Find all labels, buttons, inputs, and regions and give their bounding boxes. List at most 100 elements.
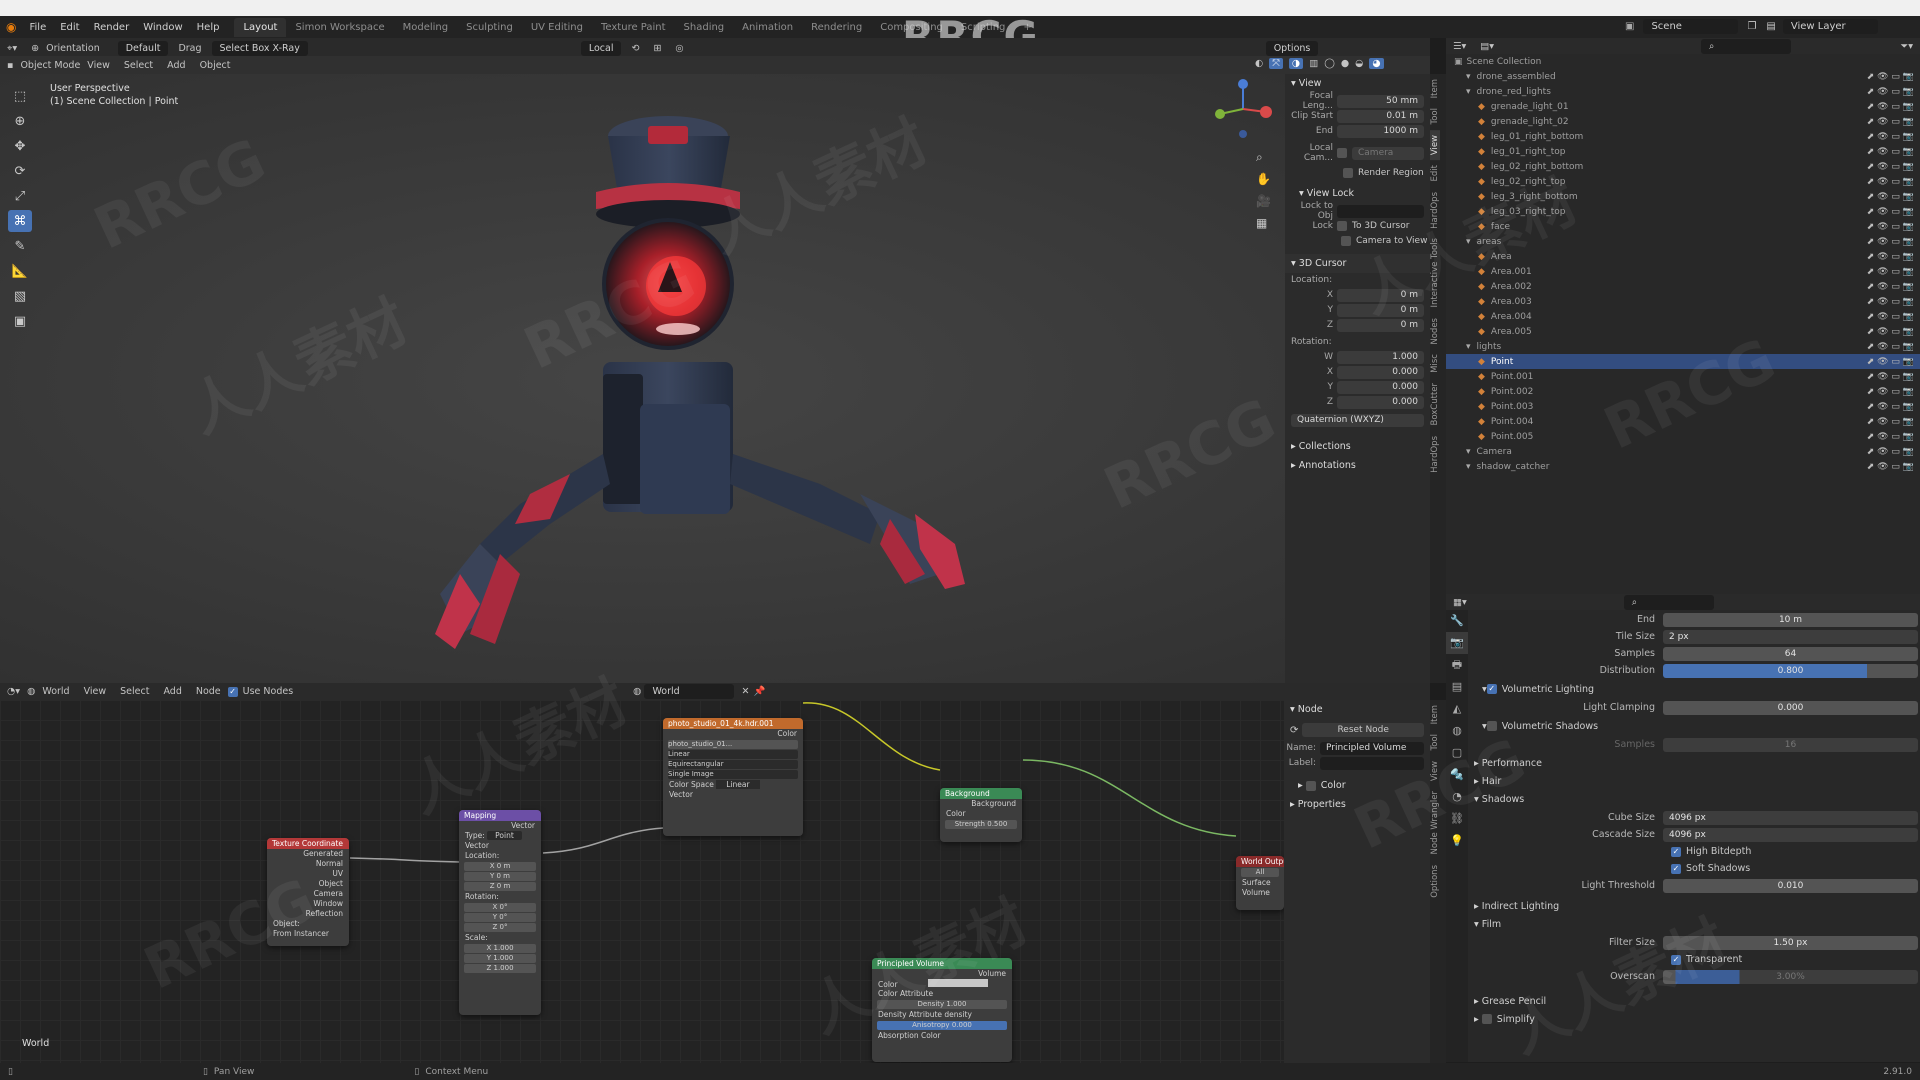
environment-texture-node[interactable]: photo_studio_01_4k.hdr.001 Color photo_s…	[663, 718, 803, 836]
tab-uv-editing[interactable]: UV Editing	[522, 22, 592, 33]
menu-help[interactable]: Help	[190, 22, 227, 33]
solid-shading-icon[interactable]: ●	[1341, 58, 1349, 69]
visibility-toggles[interactable]: ⬈ 👁 ▭ 📷	[1867, 162, 1914, 172]
ne-menu-select[interactable]: Select	[113, 686, 156, 697]
clip-start-field[interactable]: 0.01 m	[1337, 109, 1424, 123]
vol-shadows-checkbox[interactable]	[1486, 721, 1497, 731]
visibility-toggles[interactable]: ⬈ 👁 ▭ 📷	[1867, 192, 1914, 202]
output-tab-icon[interactable]: 🖶	[1446, 654, 1468, 676]
visibility-toggles[interactable]: ⬈ 👁 ▭ 📷	[1867, 222, 1914, 232]
principled-volume-node[interactable]: Principled Volume Volume Color Color Att…	[872, 958, 1012, 1062]
vp-menu-object[interactable]: Object	[193, 60, 238, 71]
outliner-row[interactable]: ◆ leg_3_right_bottom ⬈ 👁 ▭ 📷	[1446, 189, 1920, 204]
outliner-row[interactable]: ▾ drone_assembled ⬈ 👁 ▭ 📷	[1446, 69, 1920, 84]
rot-w-field[interactable]: 1.000	[1337, 350, 1424, 364]
proportional-icon[interactable]: ◎	[668, 43, 690, 54]
cascade-size-dropdown[interactable]: 4096 px	[1663, 827, 1918, 842]
scene-name[interactable]: Scene	[1643, 19, 1739, 34]
expand-arrow-icon[interactable]: ▾	[1466, 342, 1471, 352]
rot-z-field[interactable]: 0.000	[1337, 395, 1424, 409]
ne-menu-view[interactable]: View	[77, 686, 114, 697]
lock-cursor-checkbox[interactable]	[1337, 221, 1347, 231]
rotate-tool-icon[interactable]: ⟳	[8, 160, 32, 182]
outliner-row[interactable]: ◆ Area.003 ⬈ 👁 ▭ 📷	[1446, 294, 1920, 309]
physics-tab-icon[interactable]: ◔	[1446, 786, 1468, 808]
object-icon[interactable]: ◆	[1478, 207, 1485, 217]
navigation-gizmo[interactable]	[1208, 74, 1278, 144]
outliner-row[interactable]: ◆ grenade_light_01 ⬈ 👁 ▭ 📷	[1446, 99, 1920, 114]
background-node[interactable]: Background Background Color Strength 0.5…	[940, 788, 1022, 842]
outliner-row[interactable]: ◆ Point.001 ⬈ 👁 ▭ 📷	[1446, 369, 1920, 384]
rendered-shading-icon[interactable]: ◕	[1369, 58, 1384, 69]
pan-hand-icon[interactable]: ✋	[1256, 168, 1271, 190]
density-field[interactable]: Density 1.000	[877, 1000, 1007, 1009]
outliner-row[interactable]: ◆ Area.004 ⬈ 👁 ▭ 📷	[1446, 309, 1920, 324]
lock-object-field[interactable]	[1337, 204, 1424, 218]
outliner-row[interactable]: ▾ shadow_catcher ⬈ 👁 ▭ 📷	[1446, 459, 1920, 474]
overlays-icon[interactable]: ◑	[1288, 58, 1304, 69]
shader-type-dropdown[interactable]: World	[35, 686, 76, 697]
visibility-toggles[interactable]: ⬈ 👁 ▭ 📷	[1867, 237, 1914, 247]
filter-size-field[interactable]: 1.50 px	[1663, 935, 1918, 950]
transform-orientation-dropdown[interactable]: Local	[580, 40, 622, 56]
map-loc-z-field[interactable]: Z 0 m	[464, 882, 536, 891]
visibility-toggles[interactable]: ⬈ 👁 ▭ 📷	[1867, 462, 1914, 472]
zoom-icon[interactable]: ⌕	[1256, 146, 1271, 168]
map-rot-z-field[interactable]: Z 0°	[464, 923, 536, 932]
outliner-row[interactable]: ◆ Point.002 ⬈ 👁 ▭ 📷	[1446, 384, 1920, 399]
outliner-row[interactable]: ◆ face ⬈ 👁 ▭ 📷	[1446, 219, 1920, 234]
object-icon[interactable]: ◆	[1478, 282, 1485, 292]
hair-section[interactable]: ▸ Hair	[1468, 772, 1920, 790]
node-name-field[interactable]: Principled Volume	[1320, 741, 1424, 755]
map-loc-y-field[interactable]: Y 0 m	[464, 872, 536, 881]
tile-size-dropdown[interactable]: 2 px	[1663, 629, 1918, 644]
use-nodes-checkbox[interactable]: ✓	[227, 686, 238, 697]
options-dropdown[interactable]: Options	[1265, 40, 1319, 56]
node-label-field[interactable]	[1320, 756, 1424, 770]
scene-collection-row[interactable]: ▣ Scene Collection	[1446, 54, 1920, 69]
world-datablock-field[interactable]: World	[644, 684, 735, 699]
visibility-toggles[interactable]: ⬈ 👁 ▭ 📷	[1867, 132, 1914, 142]
menu-edit[interactable]: Edit	[53, 22, 86, 33]
visibility-toggles[interactable]: ⬈ 👁 ▭ 📷	[1867, 327, 1914, 337]
filter-icon[interactable]: ⏷▾	[1894, 41, 1920, 52]
vtab-edit[interactable]: Edit	[1430, 160, 1440, 186]
wireframe-shading-icon[interactable]: ◯	[1324, 58, 1335, 69]
anisotropy-field[interactable]: Anisotropy 0.000	[877, 1021, 1007, 1030]
outliner-row[interactable]: ◆ Point.005 ⬈ 👁 ▭ 📷	[1446, 429, 1920, 444]
object-icon[interactable]: ◆	[1478, 402, 1485, 412]
visibility-toggles[interactable]: ⬈ 👁 ▭ 📷	[1867, 372, 1914, 382]
visibility-icon[interactable]: ◐	[1255, 58, 1263, 69]
overscan-field[interactable]: 3.00%	[1663, 969, 1918, 984]
drag-dropdown[interactable]: Select Box X-Ray	[211, 40, 308, 56]
ne-vtab-view[interactable]: View	[1430, 756, 1440, 786]
boxcutter-tool-icon[interactable]: ▣	[8, 310, 32, 332]
ne-menu-node[interactable]: Node	[189, 686, 228, 697]
ne-vtab-options[interactable]: Options	[1430, 860, 1440, 903]
object-tab-icon[interactable]: ▢	[1446, 742, 1468, 764]
tab-texture-paint[interactable]: Texture Paint	[592, 22, 675, 33]
cursor-z-field[interactable]: 0 m	[1337, 318, 1424, 332]
node-editor[interactable]: Texture Coordinate Generated Normal UV O…	[0, 700, 1284, 1063]
vp-menu-add[interactable]: Add	[160, 60, 192, 71]
outliner-row[interactable]: ◆ leg_01_right_top ⬈ 👁 ▭ 📷	[1446, 144, 1920, 159]
outliner-row[interactable]: ◆ leg_02_right_top ⬈ 👁 ▭ 📷	[1446, 174, 1920, 189]
visibility-toggles[interactable]: ⬈ 👁 ▭ 📷	[1867, 117, 1914, 127]
vtab-boxcutter[interactable]: BoxCutter	[1430, 378, 1440, 431]
vtab-hardops[interactable]: HardOps	[1430, 187, 1440, 234]
object-icon[interactable]: ◆	[1478, 162, 1485, 172]
ne-menu-add[interactable]: Add	[156, 686, 188, 697]
vp-menu-select[interactable]: Select	[117, 60, 160, 71]
vtab-tool[interactable]: Tool	[1430, 103, 1440, 130]
ortho-grid-icon[interactable]: ▦	[1256, 212, 1271, 234]
visibility-toggles[interactable]: ⬈ 👁 ▭ 📷	[1867, 297, 1914, 307]
scene-selector[interactable]: ▣ Scene ❐ ▤ View Layer	[1625, 19, 1881, 34]
menu-render[interactable]: Render	[87, 22, 137, 33]
properties-editor-icon[interactable]: ▦▾	[1446, 597, 1474, 608]
simplify-section[interactable]: ▸ Simplify	[1468, 1010, 1920, 1028]
projection-dropdown[interactable]: Equirectangular	[668, 760, 798, 769]
transform-tool-icon[interactable]: ⌘	[8, 210, 32, 232]
tab-layout[interactable]: Layout	[234, 17, 287, 37]
vtab-interactive-tools[interactable]: Interactive Tools	[1430, 233, 1440, 312]
cursor-x-field[interactable]: 0 m	[1337, 288, 1424, 302]
